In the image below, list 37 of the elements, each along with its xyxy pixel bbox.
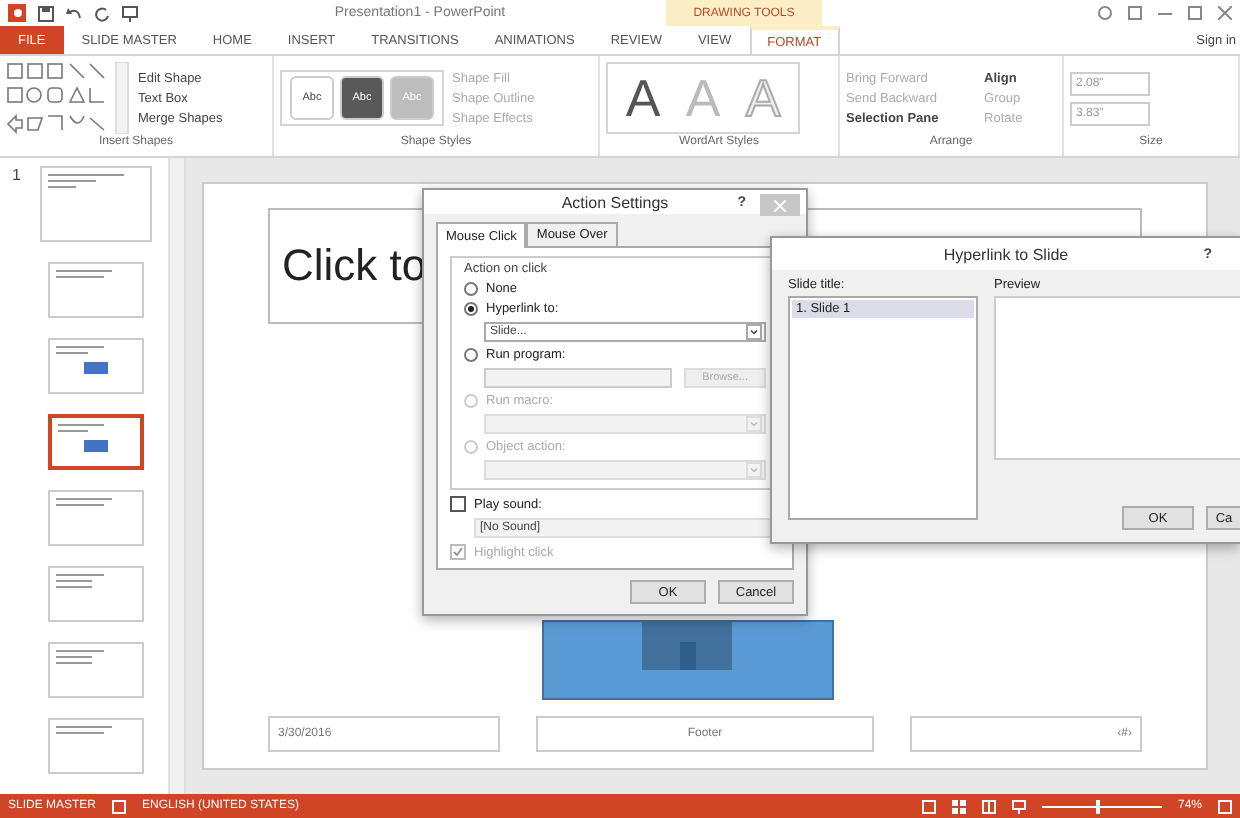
sorter-view-icon[interactable]: [951, 799, 966, 813]
undo-icon[interactable]: [66, 5, 82, 21]
selected-shape[interactable]: [541, 620, 833, 700]
input-field[interactable]: [484, 368, 673, 388]
fit-slide-icon[interactable]: [1218, 799, 1232, 813]
presenter-icon[interactable]: [122, 5, 138, 21]
slide-thumbnail[interactable]: [40, 166, 152, 242]
slide-thumbnail[interactable]: [48, 642, 144, 698]
notes-icon: [112, 799, 127, 813]
close-icon[interactable]: [1218, 6, 1232, 20]
normal-view-icon[interactable]: [921, 799, 936, 813]
dialog-title: Action Settings: [561, 193, 669, 211]
slide-thumbnail[interactable]: [48, 414, 144, 470]
maximize-icon[interactable]: [1188, 6, 1202, 20]
slide-thumbnail[interactable]: [48, 262, 144, 318]
save-icon[interactable]: [38, 5, 54, 21]
caret-icon: [746, 324, 762, 340]
wordart-style[interactable]: A: [616, 68, 670, 128]
caret-icon: [746, 462, 762, 478]
radio-button[interactable]: [464, 348, 478, 362]
ribbon-display-icon[interactable]: [1128, 6, 1142, 20]
close-icon: [774, 199, 786, 211]
slide-thumbnail[interactable]: [48, 490, 144, 546]
slide-thumbnail[interactable]: [48, 718, 144, 774]
check-icon: [452, 546, 464, 558]
scrollbar[interactable]: [168, 158, 184, 794]
slide-thumbnail[interactable]: [48, 566, 144, 622]
radio-button[interactable]: [464, 282, 478, 296]
shapes-gallery-drawing[interactable]: [6, 62, 130, 134]
slideshow-icon[interactable]: [1011, 799, 1026, 813]
reading-view-icon[interactable]: [981, 799, 996, 813]
caret-icon: [746, 416, 762, 432]
redo-icon[interactable]: [94, 5, 110, 21]
radio-button[interactable]: [464, 302, 478, 316]
slide-thumbnail[interactable]: [48, 338, 144, 394]
slide-number: 1: [12, 166, 23, 184]
dialog-title: Hyperlink to Slide: [943, 245, 1069, 263]
